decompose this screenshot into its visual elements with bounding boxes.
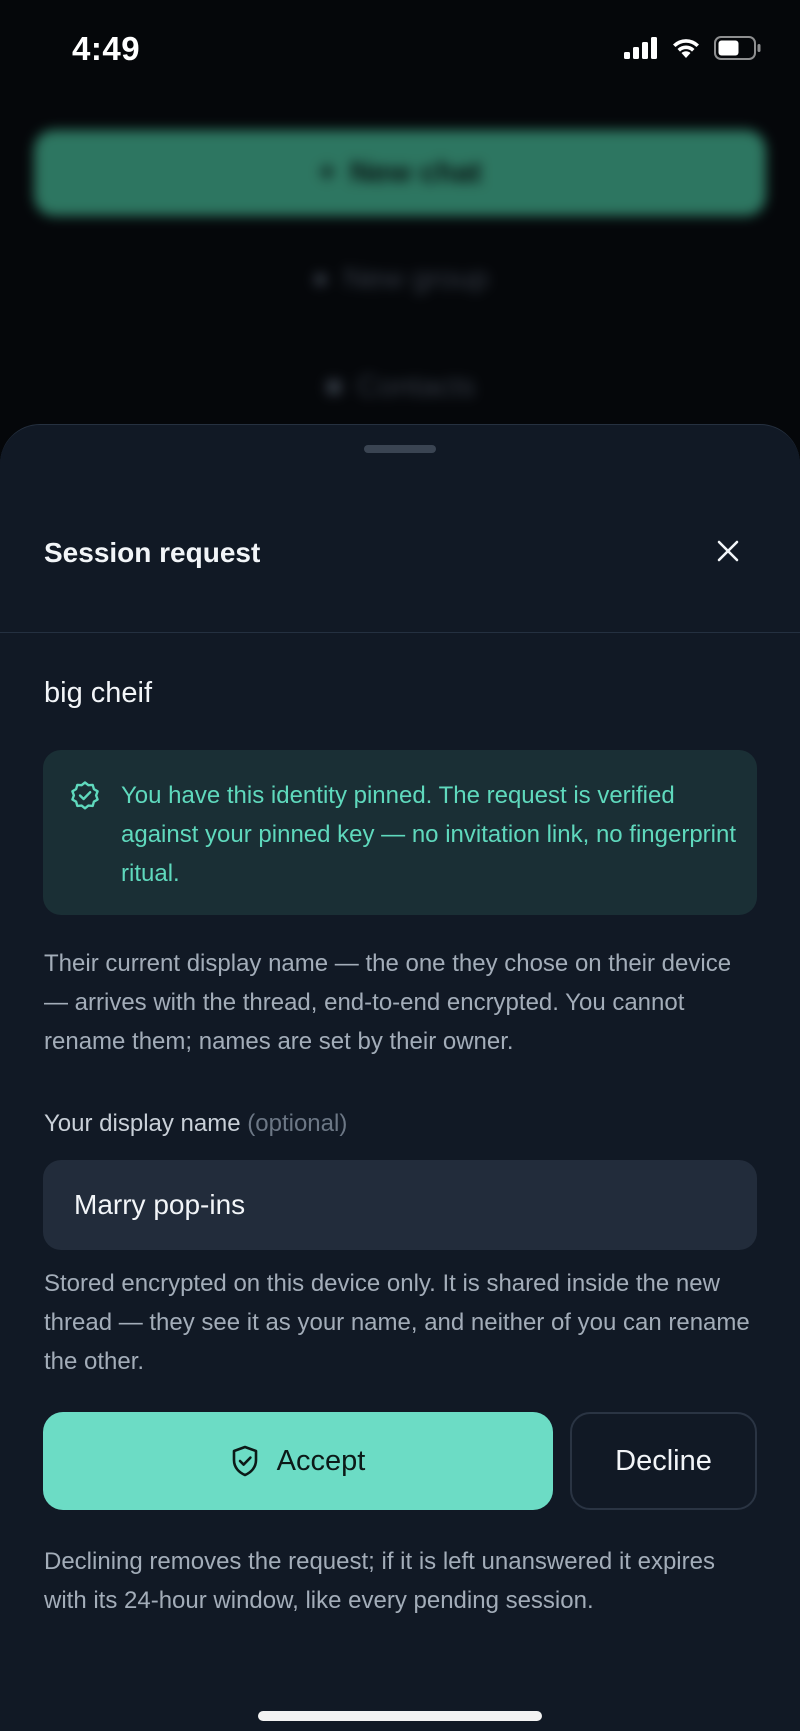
battery-icon (714, 36, 761, 60)
accept-button[interactable]: Accept (43, 1412, 553, 1510)
close-icon (717, 540, 739, 562)
wifi-icon (673, 39, 699, 58)
shield-check-icon (232, 1445, 257, 1477)
accept-label: Accept (276, 1444, 366, 1477)
status-icons (624, 36, 762, 60)
home-indicator[interactable] (258, 1711, 542, 1721)
sheet-header: Session request (0, 485, 800, 633)
verified-notice: You have this identity pinned. The reque… (43, 750, 757, 915)
contacts-label: Contacts (356, 370, 476, 403)
decline-info: Declining removes the request; if it is … (44, 1548, 715, 1614)
sheet-title: Session request (44, 537, 261, 568)
session-request-sheet: Session request big cheif You have this … (0, 424, 800, 1731)
display-name-label-text: Your display name (44, 1110, 241, 1137)
peer-name: big cheif (44, 677, 153, 709)
storage-info: Stored encrypted on this device only. It… (44, 1270, 750, 1375)
screen: 4:49 + New chat ● New group ■ Contacts S… (0, 0, 800, 1731)
display-name-info: Their current display name — the one the… (44, 950, 732, 1055)
decline-label: Decline (615, 1444, 712, 1477)
contacts-row: ■ Contacts (0, 370, 800, 404)
new-chat-label: New chat (349, 156, 482, 189)
close-button[interactable] (706, 529, 750, 573)
display-name-label: Your display name (optional) (44, 1110, 347, 1138)
verified-notice-text: You have this identity pinned. The reque… (121, 782, 737, 887)
group-icon: ● (311, 262, 330, 295)
display-name-input[interactable] (43, 1160, 757, 1250)
plus-icon: + (318, 156, 336, 189)
new-group-label: New group (343, 262, 489, 295)
cellular-signal-icon (624, 37, 657, 59)
contacts-icon: ■ (324, 370, 343, 403)
new-chat-button: + New chat (34, 130, 766, 216)
verified-badge-icon (71, 781, 99, 810)
decline-button[interactable]: Decline (570, 1412, 757, 1510)
status-time: 4:49 (72, 30, 141, 67)
new-group-row: ● New group (0, 262, 800, 296)
optional-tag: (optional) (247, 1110, 348, 1137)
sheet-grabber-handle[interactable] (364, 445, 436, 453)
status-bar: 4:49 (0, 0, 800, 100)
